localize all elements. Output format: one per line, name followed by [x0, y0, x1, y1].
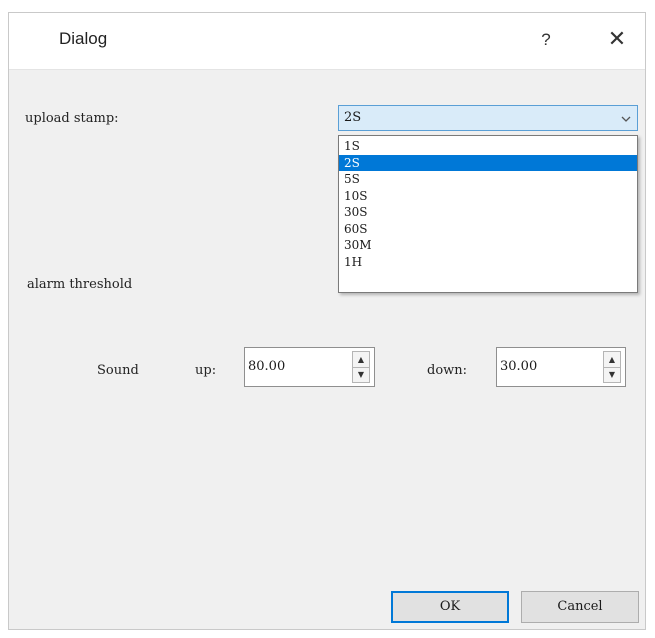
dropdown-option-2s[interactable]: 2S	[339, 154, 637, 171]
close-icon[interactable]: ✕	[603, 25, 631, 55]
chevron-down-icon	[621, 116, 631, 122]
dropdown-option-30m[interactable]: 30M	[339, 237, 637, 254]
down-threshold-value: 30.00	[500, 359, 538, 374]
dialog-window: Dialog ? ✕ upload stamp: 2S 1S 2S 5S 10S…	[8, 12, 646, 630]
upload-stamp-selected-value: 2S	[344, 110, 362, 125]
dropdown-option-60s[interactable]: 60S	[339, 221, 637, 238]
ok-button[interactable]: OK	[391, 591, 509, 623]
spin-up-arrow-icon[interactable]: ▲	[604, 352, 620, 368]
dropdown-option-30s[interactable]: 30S	[339, 204, 637, 221]
dialog-title: Dialog	[59, 29, 108, 48]
upload-stamp-combobox[interactable]: 2S	[338, 105, 638, 131]
upload-stamp-dropdown-list: 1S 2S 5S 10S 30S 60S 30M 1H	[338, 135, 638, 293]
help-button[interactable]: ?	[534, 27, 558, 53]
up-threshold-value: 80.00	[248, 359, 286, 374]
alarm-threshold-label: alarm threshold	[27, 277, 133, 292]
down-threshold-spinbox[interactable]: 30.00 ▲ ▼	[496, 347, 626, 387]
down-label: down:	[427, 363, 468, 378]
up-threshold-spinbox[interactable]: 80.00 ▲ ▼	[244, 347, 375, 387]
screen: Dialog ? ✕ upload stamp: 2S 1S 2S 5S 10S…	[0, 0, 655, 638]
upload-stamp-label: upload stamp:	[25, 111, 119, 126]
dropdown-option-1s[interactable]: 1S	[339, 138, 637, 155]
dropdown-option-5s[interactable]: 5S	[339, 171, 637, 188]
dropdown-option-1h[interactable]: 1H	[339, 254, 637, 271]
up-spin-buttons: ▲ ▼	[352, 351, 370, 383]
spin-down-arrow-icon[interactable]: ▼	[604, 367, 620, 382]
spin-up-arrow-icon[interactable]: ▲	[353, 352, 369, 368]
dropdown-option-10s[interactable]: 10S	[339, 188, 637, 205]
title-bar: Dialog ? ✕	[9, 13, 645, 70]
up-label: up:	[195, 363, 217, 378]
spin-down-arrow-icon[interactable]: ▼	[353, 367, 369, 382]
down-spin-buttons: ▲ ▼	[603, 351, 621, 383]
sound-label: Sound	[97, 363, 139, 378]
cancel-button[interactable]: Cancel	[521, 591, 639, 623]
